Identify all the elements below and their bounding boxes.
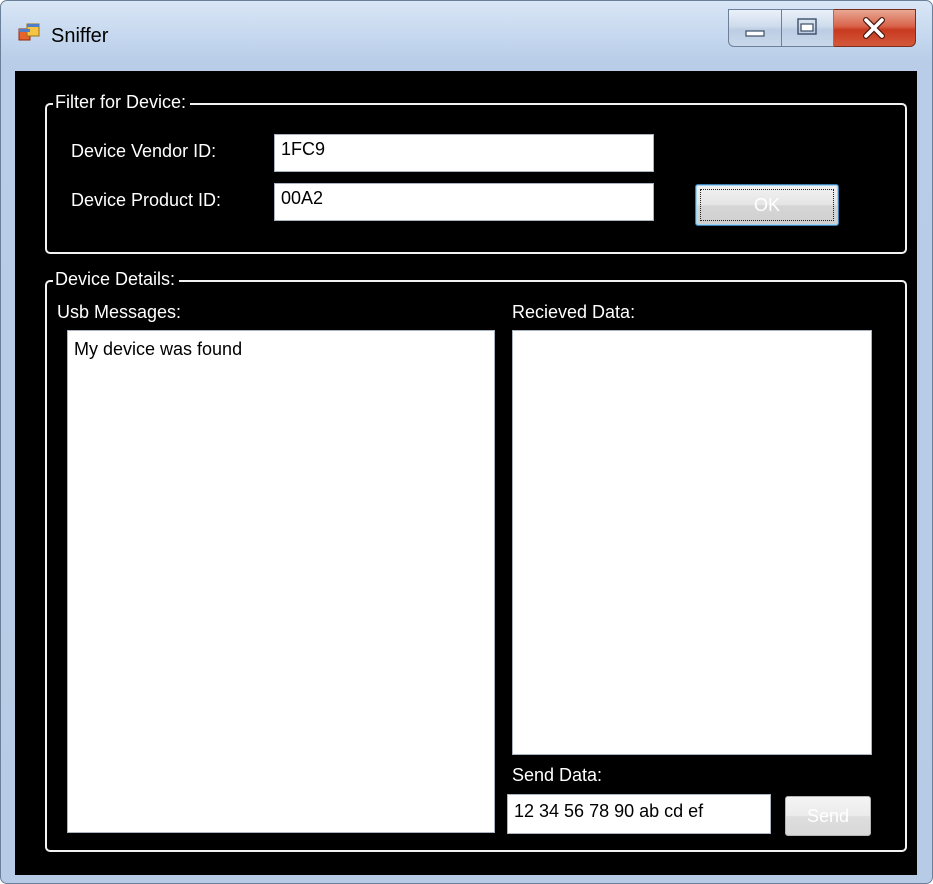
received-data-list[interactable] (512, 330, 872, 755)
close-icon (863, 17, 885, 39)
ok-button-focus-rect (700, 189, 834, 221)
window-title: Sniffer (51, 25, 109, 47)
usb-messages-list[interactable]: My device was found (67, 330, 495, 833)
minimize-button[interactable] (728, 9, 782, 47)
ok-button[interactable]: OK (695, 184, 839, 226)
close-button[interactable] (834, 9, 916, 47)
app-window-icon (18, 23, 40, 41)
vendor-id-label: Device Vendor ID: (71, 141, 217, 161)
product-id-field[interactable]: 00A2 (274, 183, 654, 221)
client-area: Filter for Device: Device Vendor ID: 1FC… (15, 71, 917, 875)
details-group-title: Device Details: (53, 269, 180, 290)
send-data-field[interactable]: 12 34 56 78 90 ab cd ef (507, 794, 771, 834)
received-data-label: Recieved Data: (512, 302, 636, 322)
send-button[interactable]: Send (785, 796, 871, 836)
filter-groupbox: Filter for Device: (45, 92, 907, 254)
list-item[interactable]: My device was found (68, 331, 494, 360)
maximize-button[interactable] (782, 9, 834, 47)
send-data-label: Send Data: (512, 765, 603, 785)
filter-group-title: Filter for Device: (53, 92, 191, 113)
product-id-label: Device Product ID: (71, 190, 222, 210)
minimize-icon (745, 30, 765, 37)
window-controls (728, 9, 916, 49)
title-bar[interactable]: Sniffer (1, 1, 932, 47)
usb-messages-label: Usb Messages: (57, 302, 182, 322)
maximize-icon (797, 18, 817, 35)
vendor-id-field[interactable]: 1FC9 (274, 134, 654, 172)
send-button-label: Send (806, 806, 850, 826)
sniffer-window: Sniffer Filter for Device: Device Vendor… (0, 0, 933, 884)
